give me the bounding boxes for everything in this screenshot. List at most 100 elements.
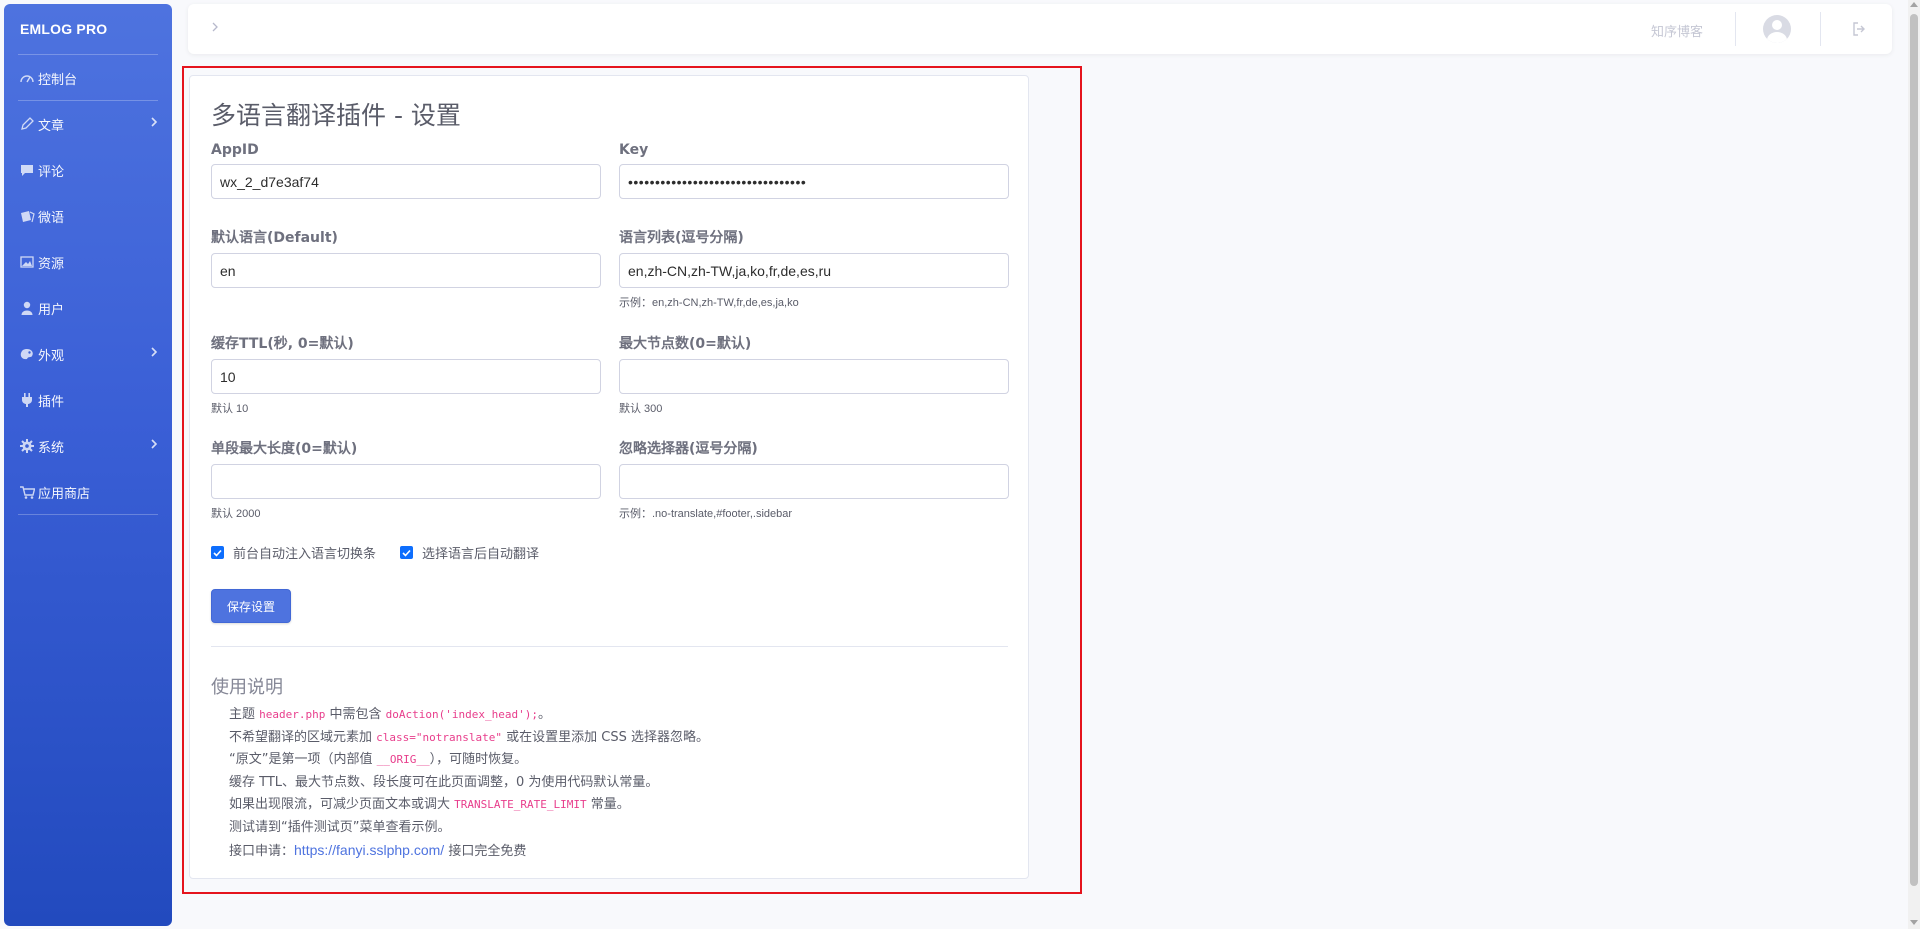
inject-switcher-label[interactable]: 前台自动注入语言切换条 xyxy=(233,543,376,562)
plug-icon xyxy=(18,393,36,407)
sidebar: EMLOG PRO 控制台 文章 评论 微语 资源 用户 外观 插件 系统 应用… xyxy=(4,4,172,926)
usage-text: 或在设置里添加 CSS 选择器忽略。 xyxy=(501,729,709,745)
usage-line: 主题 header.php 中需包含 doAction('index_head'… xyxy=(229,704,709,727)
auto-translate-checkbox[interactable] xyxy=(400,546,414,559)
sidebar-item-posts[interactable]: 文章 xyxy=(4,101,172,147)
brand-logo[interactable]: EMLOG PRO xyxy=(4,4,172,50)
usage-line: 接口申请：https://fanyi.sslphp.com/ 接口完全免费 xyxy=(229,839,709,864)
usage-line: 不希望翻译的区域元素加 class="notranslate" 或在设置里添加 … xyxy=(229,727,709,750)
sidebar-item-dashboard[interactable]: 控制台 xyxy=(4,55,172,101)
default-lang-input[interactable] xyxy=(211,253,601,288)
sidebar-item-label: 文章 xyxy=(38,118,65,134)
appid-group: AppID xyxy=(211,142,601,199)
dashboard-icon xyxy=(18,72,36,84)
sidebar-item-store[interactable]: 应用商店 xyxy=(4,469,172,515)
chevron-right-icon xyxy=(150,438,158,454)
topbar: 知序博客 xyxy=(188,4,1892,54)
pen-icon xyxy=(18,117,36,131)
chevron-right-icon xyxy=(150,116,158,132)
usage-code: __ORIG__ xyxy=(376,753,430,766)
usage-line: “原文”是第一项（内部值 __ORIG__），可随时恢复。 xyxy=(229,749,709,772)
user-icon xyxy=(18,301,36,315)
lang-list-input[interactable] xyxy=(619,253,1009,288)
sidebar-item-label: 微语 xyxy=(38,210,65,226)
key-input[interactable] xyxy=(619,164,1009,199)
sidebar-item-label: 评论 xyxy=(38,164,65,180)
scroll-up-arrow-icon[interactable] xyxy=(1910,2,1918,7)
usage-instructions: 主题 header.php 中需包含 doAction('index_head'… xyxy=(229,704,709,864)
api-apply-link[interactable]: https://fanyi.sslphp.com/ xyxy=(294,842,444,858)
usage-text: 接口申请： xyxy=(229,844,295,859)
max-nodes-input[interactable] xyxy=(619,359,1009,394)
usage-line: 缓存 TTL、最大节点数、段长度可在此页面调整，0 为使用代码默认常量。 xyxy=(229,774,659,790)
sidebar-item-label: 用户 xyxy=(38,302,65,318)
usage-text: 接口完全免费 xyxy=(444,844,527,859)
max-len-help: 默认 2000 xyxy=(211,508,261,520)
options-row: 前台自动注入语言切换条 选择语言后自动翻译 xyxy=(211,543,563,562)
lang-list-group: 语言列表(逗号分隔) 示例：en,zh-CN,zh-TW,fr,de,es,ja… xyxy=(619,227,1009,310)
max-len-input[interactable] xyxy=(211,464,601,499)
settings-card: 多语言翻译插件 - 设置 AppID Key 默认语言(Default) 语言列… xyxy=(189,75,1029,879)
chevron-right-icon xyxy=(150,346,158,362)
avatar[interactable] xyxy=(1763,15,1791,43)
max-len-label: 单段最大长度(0=默认) xyxy=(211,441,358,457)
ignore-selectors-input[interactable] xyxy=(619,464,1009,499)
appid-input[interactable] xyxy=(211,164,601,199)
cache-ttl-help: 默认 10 xyxy=(211,403,249,415)
sidebar-item-users[interactable]: 用户 xyxy=(4,285,172,331)
key-group: Key xyxy=(619,142,1009,199)
avatar-head-shape xyxy=(1772,20,1782,30)
usage-line: 测试请到“插件测试页”菜单查看示例。 xyxy=(229,819,451,835)
usage-code: TRANSLATE_RATE_LIMIT xyxy=(454,798,587,811)
usage-text: 中需包含 xyxy=(325,707,386,722)
logout-icon[interactable] xyxy=(1852,21,1866,40)
usage-text: ），可随时恢复。 xyxy=(429,752,528,767)
scroll-down-arrow-icon[interactable] xyxy=(1910,920,1918,925)
sidebar-item-label: 应用商店 xyxy=(38,486,91,502)
cache-ttl-group: 缓存TTL(秒, 0=默认) 默认 10 xyxy=(211,333,601,416)
usage-code: class="notranslate" xyxy=(376,730,502,744)
sidebar-item-label: 外观 xyxy=(38,348,65,364)
key-label: Key xyxy=(619,142,649,158)
usage-text: “原文”是第一项（内部值 xyxy=(229,752,377,767)
note-icon xyxy=(18,210,36,223)
inject-switcher-checkbox[interactable] xyxy=(211,546,224,559)
topbar-divider xyxy=(1735,12,1736,46)
usage-code: header.php xyxy=(259,708,326,721)
sidebar-item-notes[interactable]: 微语 xyxy=(4,193,172,239)
site-name-link[interactable]: 知序博客 xyxy=(1651,21,1703,40)
default-lang-label: 默认语言(Default) xyxy=(211,230,338,246)
sidebar-item-plugins[interactable]: 插件 xyxy=(4,377,172,423)
sidebar-item-comments[interactable]: 评论 xyxy=(4,147,172,193)
usage-text: 不希望翻译的区域元素加 xyxy=(229,729,377,745)
max-len-group: 单段最大长度(0=默认) 默认 2000 xyxy=(211,438,601,521)
cart-icon xyxy=(18,485,36,499)
usage-line: 如果出现限流，可减少页面文本或调大 TRANSLATE_RATE_LIMIT 常… xyxy=(229,794,709,817)
image-icon xyxy=(18,256,36,268)
topbar-divider xyxy=(1820,12,1821,46)
save-settings-button[interactable]: 保存设置 xyxy=(211,589,291,623)
default-lang-group: 默认语言(Default) xyxy=(211,227,601,288)
page-scrollbar[interactable] xyxy=(1908,0,1920,929)
sidebar-item-label: 资源 xyxy=(38,256,65,272)
scrollbar-thumb[interactable] xyxy=(1910,14,1918,886)
lang-list-label: 语言列表(逗号分隔) xyxy=(619,230,744,246)
auto-translate-label[interactable]: 选择语言后自动翻译 xyxy=(422,543,539,562)
usage-text: 主题 xyxy=(229,707,260,722)
usage-text: 常量。 xyxy=(586,797,630,812)
breadcrumb-chevron-icon[interactable] xyxy=(212,21,218,36)
comment-icon xyxy=(18,164,36,177)
usage-code: doAction('index_head'); xyxy=(385,708,538,721)
ignore-selectors-group: 忽略选择器(逗号分隔) 示例：.no-translate,#footer,.si… xyxy=(619,438,1009,521)
page-title: 多语言翻译插件 - 设置 xyxy=(211,101,461,130)
avatar-body-shape xyxy=(1767,32,1787,43)
lang-list-help: 示例：en,zh-CN,zh-TW,fr,de,es,ja,ko xyxy=(619,297,799,309)
gear-icon xyxy=(18,439,36,453)
sidebar-item-appearance[interactable]: 外观 xyxy=(4,331,172,377)
ignore-selectors-help: 示例：.no-translate,#footer,.sidebar xyxy=(619,508,793,520)
divider xyxy=(211,646,1008,647)
sidebar-item-media[interactable]: 资源 xyxy=(4,239,172,285)
cache-ttl-input[interactable] xyxy=(211,359,601,394)
palette-icon xyxy=(18,348,36,361)
sidebar-item-system[interactable]: 系统 xyxy=(4,423,172,469)
